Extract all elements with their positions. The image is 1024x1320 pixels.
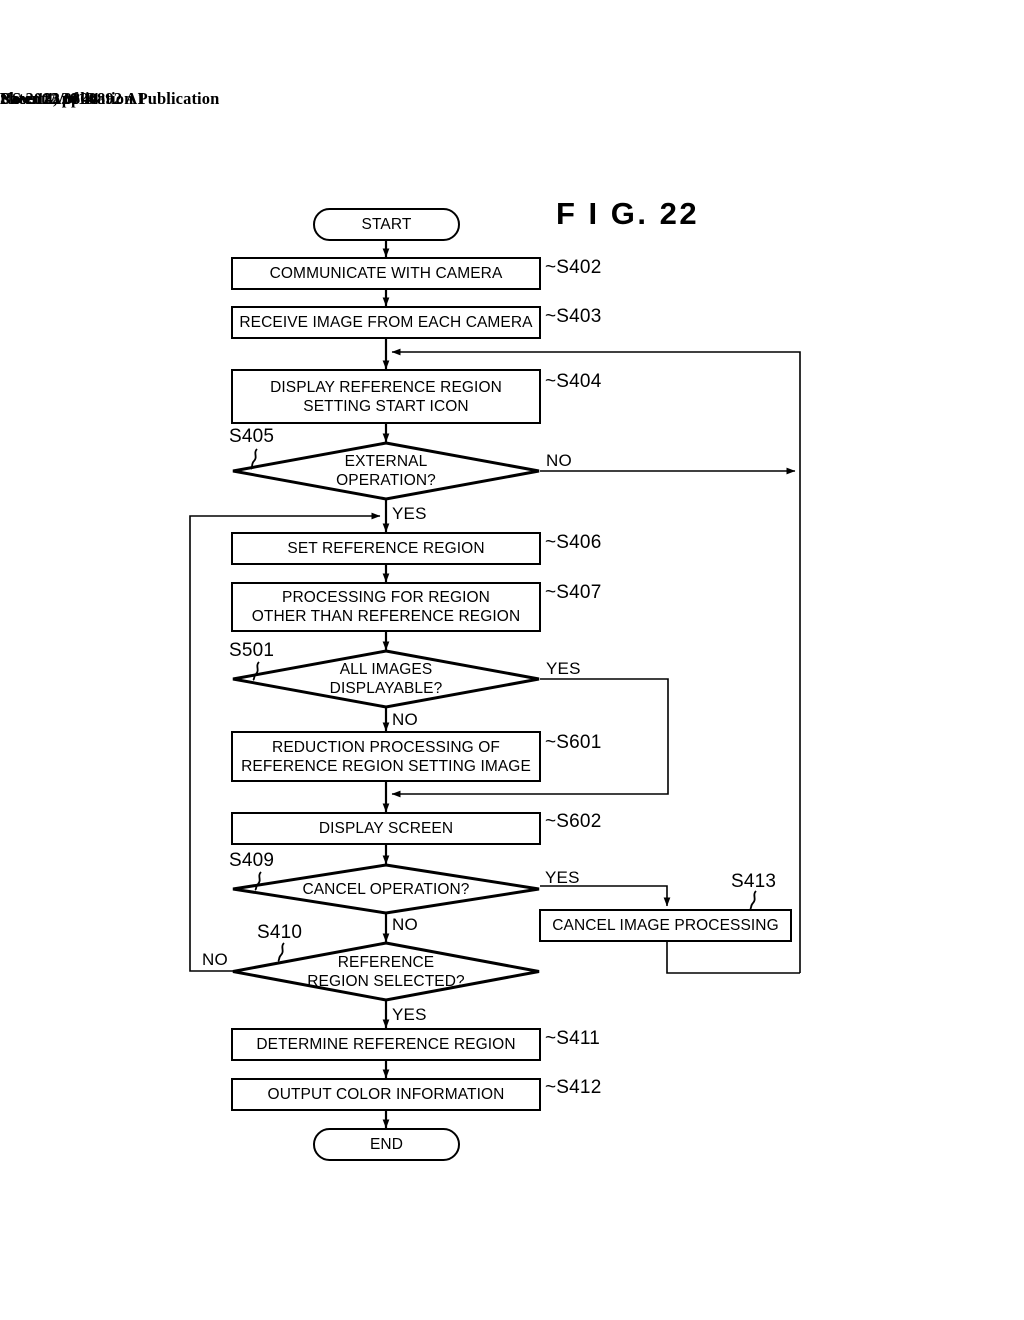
- stepref-s602-text: S602: [556, 811, 602, 832]
- stepref-s410: S410: [257, 923, 302, 943]
- node-s407-label: PROCESSING FOR REGION OTHER THAN REFEREN…: [251, 589, 521, 625]
- stepref-s404-text: S404: [556, 371, 602, 392]
- node-s405: EXTERNAL OPERATION?: [232, 441, 540, 501]
- branch-label-s501-yes: YES: [546, 659, 581, 678]
- node-s601-label: REDUCTION PROCESSING OF REFERENCE REGION…: [241, 738, 531, 775]
- node-s602: DISPLAY SCREEN: [231, 812, 541, 845]
- node-s404: DISPLAY REFERENCE REGION SETTING START I…: [231, 369, 541, 424]
- node-s407: PROCESSING FOR REGION OTHER THAN REFEREN…: [231, 582, 541, 632]
- node-s413: CANCEL IMAGE PROCESSING: [539, 909, 792, 942]
- node-s404-label: DISPLAY REFERENCE REGION SETTING START I…: [270, 378, 502, 415]
- node-s406: SET REFERENCE REGION: [231, 532, 541, 565]
- stepref-s413: S413: [731, 872, 776, 892]
- node-s409: CANCEL OPERATION?: [232, 863, 540, 915]
- tilde-glyph: ~: [545, 532, 557, 553]
- branch-label-s409-yes: YES: [545, 868, 580, 887]
- stepref-s601-text: S601: [556, 732, 602, 753]
- tilde-glyph: ~: [545, 306, 557, 327]
- stepref-s411: ~S411: [545, 1029, 600, 1049]
- node-start-label: START: [361, 216, 412, 233]
- branch-label-s409-no: NO: [392, 915, 418, 934]
- node-end: END: [313, 1128, 460, 1161]
- branch-label-s410-no: NO: [202, 950, 228, 969]
- stepref-s407: ~S407: [545, 583, 601, 603]
- stepref-s404: ~S404: [545, 372, 601, 392]
- node-s413-label: CANCEL IMAGE PROCESSING: [552, 917, 779, 934]
- stepref-s402: ~S402: [545, 258, 601, 278]
- node-end-label: END: [369, 1136, 404, 1153]
- header-patent-number: US 2013/0300892 A1: [0, 89, 146, 108]
- tilde-glyph: ~: [545, 732, 557, 753]
- node-s501: ALL IMAGES DISPLAYABLE?: [232, 649, 540, 709]
- stepref-s412-text: S412: [556, 1077, 602, 1098]
- node-start: START: [313, 208, 460, 241]
- node-s409-label: CANCEL OPERATION?: [302, 880, 470, 898]
- branch-label-s405-yes: YES: [392, 504, 427, 523]
- figure-title: F I G. 22: [556, 196, 700, 231]
- node-s403-label: RECEIVE IMAGE FROM EACH CAMERA: [239, 314, 533, 331]
- node-s410: REFERENCE REGION SELECTED?: [232, 941, 540, 1002]
- tilde-glyph: ~: [545, 257, 557, 278]
- stepref-s403-text: S403: [556, 306, 602, 327]
- tilde-glyph: ~: [545, 582, 557, 603]
- branch-label-s501-no: NO: [392, 710, 418, 729]
- stepref-s412: ~S412: [545, 1078, 601, 1098]
- stepref-s410-text: S410: [257, 922, 303, 943]
- node-s406-label: SET REFERENCE REGION: [287, 540, 485, 557]
- tilde-glyph: ~: [545, 1028, 557, 1049]
- stepref-s411-text: S411: [556, 1028, 601, 1049]
- page-header: Patent Application Publication Nov. 14, …: [0, 88, 1024, 114]
- node-s412-label: OUTPUT COLOR INFORMATION: [267, 1086, 505, 1103]
- node-s402: COMMUNICATE WITH CAMERA: [231, 257, 541, 290]
- node-s412: OUTPUT COLOR INFORMATION: [231, 1078, 541, 1111]
- node-s501-label: ALL IMAGES DISPLAYABLE?: [329, 661, 443, 697]
- tilde-glyph: ~: [545, 1077, 557, 1098]
- stepref-s406: ~S406: [545, 533, 601, 553]
- node-s410-label: REFERENCE REGION SELECTED?: [307, 953, 465, 990]
- node-s405-label: EXTERNAL OPERATION?: [336, 453, 436, 489]
- node-s602-label: DISPLAY SCREEN: [318, 820, 454, 837]
- leader-squiggle-s413: [749, 890, 757, 910]
- node-s411: DETERMINE REFERENCE REGION: [231, 1028, 541, 1061]
- branch-label-s410-yes: YES: [392, 1005, 427, 1024]
- stepref-s601: ~S601: [545, 733, 601, 753]
- node-s601: REDUCTION PROCESSING OF REFERENCE REGION…: [231, 731, 541, 782]
- node-s411-label: DETERMINE REFERENCE REGION: [256, 1036, 516, 1053]
- stepref-s403: ~S403: [545, 307, 601, 327]
- tilde-glyph: ~: [545, 371, 557, 392]
- stepref-s602: ~S602: [545, 812, 601, 832]
- stepref-s407-text: S407: [556, 582, 602, 603]
- stepref-s402-text: S402: [556, 257, 602, 278]
- node-s403: RECEIVE IMAGE FROM EACH CAMERA: [231, 306, 541, 339]
- node-s402-label: COMMUNICATE WITH CAMERA: [269, 265, 503, 282]
- stepref-s406-text: S406: [556, 532, 602, 553]
- branch-label-s405-no: NO: [546, 451, 572, 470]
- stepref-s413-text: S413: [731, 871, 777, 892]
- tilde-glyph: ~: [545, 811, 557, 832]
